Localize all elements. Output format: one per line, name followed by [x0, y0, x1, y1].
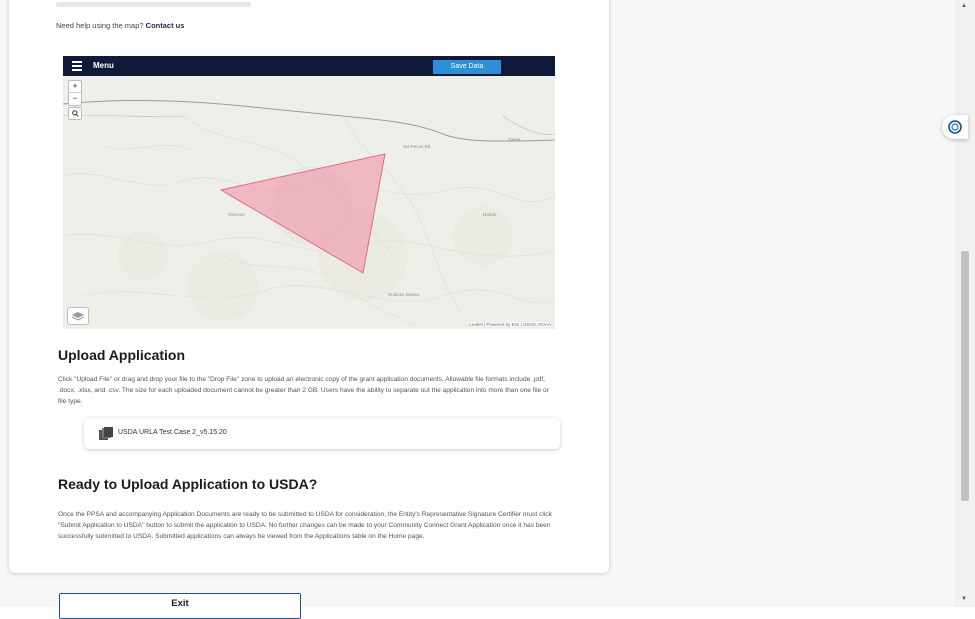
map-label: Tinnie: [508, 137, 521, 142]
chat-icon: [948, 120, 962, 134]
help-text: Need help using the map?: [56, 21, 144, 30]
scroll-thumb[interactable]: [961, 251, 969, 501]
map-label: Sul Pecos Rd: [403, 144, 431, 149]
upload-application-title: Upload Application: [58, 347, 186, 363]
magnifier-icon: [71, 110, 79, 117]
menu-label[interactable]: Menu: [93, 61, 114, 70]
map-menu-bar: Menu Save Data: [63, 56, 555, 76]
map-attribution: Leaflet | Powered by Esri | USGS, NOAA: [469, 322, 551, 327]
faded-text-line: [56, 2, 251, 7]
document-stack-icon: [99, 427, 113, 440]
map-label: Glencoe: [228, 212, 245, 217]
map-help-text: Need help using the map? Contact us: [56, 21, 184, 30]
page-scrollbar[interactable]: ▲ ▼: [955, 0, 975, 607]
map-search-button[interactable]: [68, 107, 82, 120]
save-data-button[interactable]: Save Data: [433, 60, 501, 74]
zoom-control: + −: [68, 80, 82, 106]
chat-widget-button[interactable]: [942, 115, 968, 139]
map-label: Ruidoso Downs: [388, 292, 420, 297]
zoom-out-button[interactable]: −: [69, 93, 81, 105]
scroll-up-arrow-icon[interactable]: ▲: [961, 3, 967, 9]
scroll-down-arrow-icon[interactable]: ▼: [961, 596, 967, 602]
contact-us-link[interactable]: Contact us: [146, 21, 185, 30]
ready-to-upload-title: Ready to Upload Application to USDA?: [58, 476, 318, 492]
layers-icon: [71, 312, 85, 321]
hamburger-menu-icon[interactable]: [72, 61, 82, 71]
file-name[interactable]: USDA URLA Test Case 2_v5.15.20: [118, 429, 227, 436]
exit-button[interactable]: Exit: [59, 593, 301, 619]
zoom-in-button[interactable]: +: [69, 81, 81, 93]
upload-description: Click "Upload File" or drag and drop you…: [58, 376, 549, 405]
ready-description: Once the PPSA and accompanying Applicati…: [58, 511, 552, 540]
map-terrain: [63, 56, 555, 329]
layers-button[interactable]: [67, 307, 89, 325]
map-label: Hondo: [483, 212, 497, 217]
uploaded-file-card[interactable]: USDA URLA Test Case 2_v5.15.20: [84, 418, 560, 449]
map-view[interactable]: Sul Pecos Rd Tinnie Glencoe Hondo Ruidos…: [63, 56, 555, 329]
